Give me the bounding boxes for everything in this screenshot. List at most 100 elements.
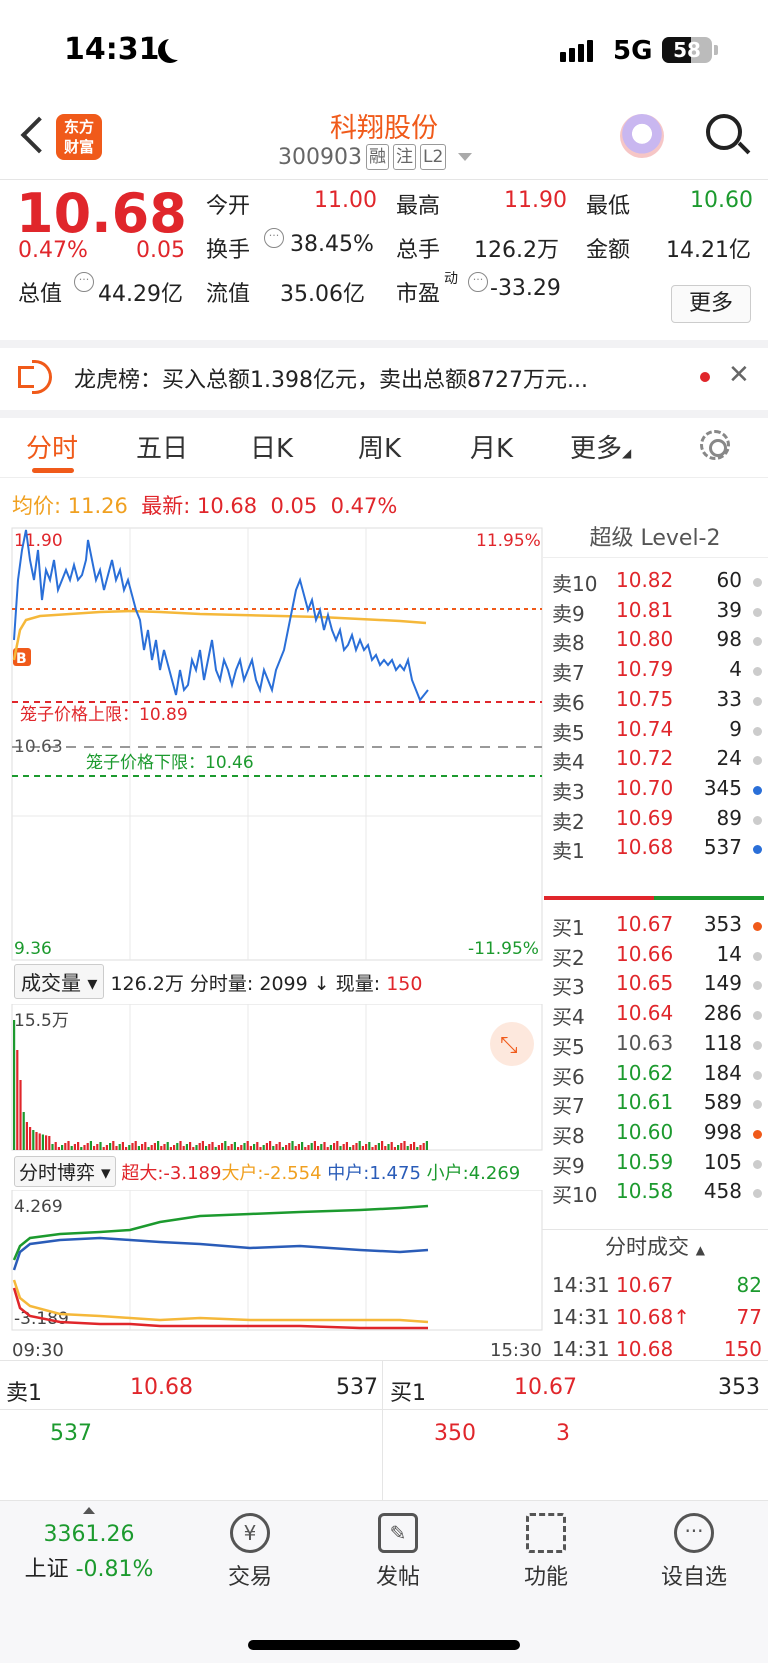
order-dot <box>753 637 762 647</box>
minute-vol-value: 2099 <box>259 973 308 995</box>
ask-level-row[interactable]: 卖6 10.75 33 <box>542 687 768 718</box>
bid-level-row[interactable]: 买7 10.61 589 <box>542 1090 768 1121</box>
ask-level-row[interactable]: 卖7 10.79 4 <box>542 657 768 688</box>
bid-level-row[interactable]: 买6 10.62 184 <box>542 1061 768 1092</box>
notice-bar[interactable]: 龙虎榜：买入总额1.398亿元，卖出总额8727万元... ✕ <box>0 348 768 410</box>
nav-trade[interactable]: ¥ 交易 <box>190 1513 310 1591</box>
home-indicator[interactable] <box>248 1640 520 1650</box>
bid-level-volume: 589 <box>703 1090 742 1115</box>
active-tab-indicator <box>32 468 74 473</box>
volume-bar <box>259 1147 262 1150</box>
ask-level-row[interactable]: 卖1 10.68 537 <box>542 835 768 866</box>
moon-icon <box>165 36 189 60</box>
ask-level-row[interactable]: 卖3 10.70 345 <box>542 776 768 807</box>
bid-level-row[interactable]: 买1 10.67 353 <box>542 912 768 943</box>
flow-super-large: 超大:-3.189 <box>121 1163 221 1184</box>
flow-medium-value: 1.475 <box>369 1163 421 1184</box>
ask-level-row[interactable]: 卖9 10.81 39 <box>542 598 768 629</box>
bid-level-row[interactable]: 买8 10.60 998 <box>542 1120 768 1151</box>
tab-intraday[interactable]: 分时 <box>26 428 78 465</box>
index-widget[interactable]: 3361.26 上证 -0.81% <box>0 1507 178 1583</box>
index-value: 3361.26 <box>43 1522 135 1547</box>
high-label: 最高 <box>396 194 441 219</box>
volume-bar <box>262 1145 265 1150</box>
ask-level-price: 10.79 <box>616 657 674 682</box>
volume-bar <box>25 1122 28 1150</box>
avg-label: 均价: <box>12 494 62 518</box>
flow-selector[interactable]: 分时博弈 ▾ <box>14 1156 116 1187</box>
bid-level-label: 买9 <box>552 1153 585 1178</box>
search-icon[interactable] <box>706 114 742 150</box>
volume-bar <box>243 1143 246 1150</box>
flow-small-value: 4.269 <box>468 1163 521 1184</box>
assistant-robot-icon[interactable] <box>620 114 664 158</box>
bid-level-row[interactable]: 买9 10.59 105 <box>542 1150 768 1181</box>
flow-chart[interactable]: 4.269 -3.189 09:30 15:30 <box>0 1190 544 1362</box>
nav-watchlist[interactable]: ··· 设自选 <box>634 1513 754 1591</box>
tab-daily-k[interactable]: 日K <box>250 428 293 465</box>
ask-level-label: 卖8 <box>552 631 585 656</box>
volume-bar <box>345 1142 348 1150</box>
ask-level-volume: 89 <box>716 805 742 830</box>
order-dot <box>753 981 762 991</box>
close-icon[interactable]: ✕ <box>728 360 750 390</box>
ask-level-row[interactable]: 卖4 10.72 24 <box>542 746 768 777</box>
bid-level-row[interactable]: 买5 10.63 118 <box>542 1031 768 1062</box>
tab-more[interactable]: 更多◢ <box>570 428 631 465</box>
volume-bar <box>361 1146 364 1150</box>
ask-level-row[interactable]: 卖10 10.82 60 <box>542 568 768 599</box>
tab-five-day[interactable]: 五日 <box>136 428 188 465</box>
current-vol-label: 现量: <box>335 973 381 995</box>
latest-pct: 0.47% <box>330 494 398 518</box>
divider <box>0 1409 768 1410</box>
trade-volume: 82 <box>736 1273 762 1297</box>
ask-level-row[interactable]: 卖2 10.69 89 <box>542 806 768 837</box>
nav-functions[interactable]: 功能 <box>486 1513 606 1591</box>
bottom-quote: 卖1 10.68 537 买1 10.67 353 537 350 3 <box>0 1360 768 1501</box>
volume-chart[interactable]: 15.5万 ⤡ <box>0 1004 544 1152</box>
trade-price: 10.68 <box>616 1337 674 1361</box>
bid-level-volume: 286 <box>703 1001 742 1026</box>
volume-bar <box>329 1145 332 1150</box>
ask-level-row[interactable]: 卖8 10.80 98 <box>542 627 768 658</box>
tab-monthly-k[interactable]: 月K <box>470 428 513 465</box>
trade-price: 10.67 <box>616 1273 674 1297</box>
chevron-down-icon[interactable] <box>458 153 473 161</box>
ask-level-price: 10.82 <box>616 568 674 592</box>
trades-title: 分时成交 <box>605 1235 690 1259</box>
price-panel-frame <box>11 527 543 961</box>
sell1-volume: 537 <box>336 1375 378 1400</box>
sell1-price: 10.68 <box>130 1375 193 1400</box>
bid-level-row[interactable]: 买4 10.64 286 <box>542 1001 768 1032</box>
bid-level-row[interactable]: 买10 10.58 458 <box>542 1179 768 1210</box>
order-dot <box>753 951 762 961</box>
volume-bar <box>371 1147 374 1150</box>
ask-level-label: 卖2 <box>552 809 585 834</box>
bid-level-row[interactable]: 买3 10.65 149 <box>542 971 768 1002</box>
low-value: 10.60 <box>690 188 753 213</box>
divider <box>382 1361 383 1501</box>
ask-level-volume: 9 <box>729 716 742 741</box>
more-button[interactable]: 更多 <box>671 285 751 323</box>
volume-bar <box>134 1141 137 1150</box>
volume-bar <box>208 1144 211 1150</box>
ask-level-label: 卖6 <box>552 690 585 715</box>
gear-icon[interactable] <box>700 430 730 460</box>
volume-selector[interactable]: 成交量 ▾ <box>14 964 105 999</box>
bid-level-row[interactable]: 买2 10.66 14 <box>542 942 768 973</box>
stock-code-line[interactable]: 300903 融 注 L2 <box>278 144 473 170</box>
flow-header: 分时博弈 ▾ 超大:-3.189大户:-2.554 中户:1.475 小户:4.… <box>14 1156 544 1190</box>
info-icon[interactable]: ··· <box>74 272 94 292</box>
nav-post[interactable]: ✎ 发帖 <box>338 1513 458 1591</box>
ask-level-row[interactable]: 卖5 10.74 9 <box>542 717 768 748</box>
volume-bar <box>352 1145 355 1150</box>
trades-header[interactable]: 分时成交 ▲ <box>542 1229 768 1263</box>
info-icon[interactable]: ··· <box>468 272 488 292</box>
tab-weekly-k[interactable]: 周K <box>358 428 401 465</box>
ask-level-volume: 98 <box>716 627 742 652</box>
float-cap-label: 流值 <box>206 282 251 307</box>
turnover-value: 38.45% <box>290 232 374 257</box>
bid-level-price: 10.62 <box>616 1060 674 1085</box>
volume-bar <box>118 1144 121 1150</box>
info-icon[interactable]: ··· <box>264 228 284 248</box>
